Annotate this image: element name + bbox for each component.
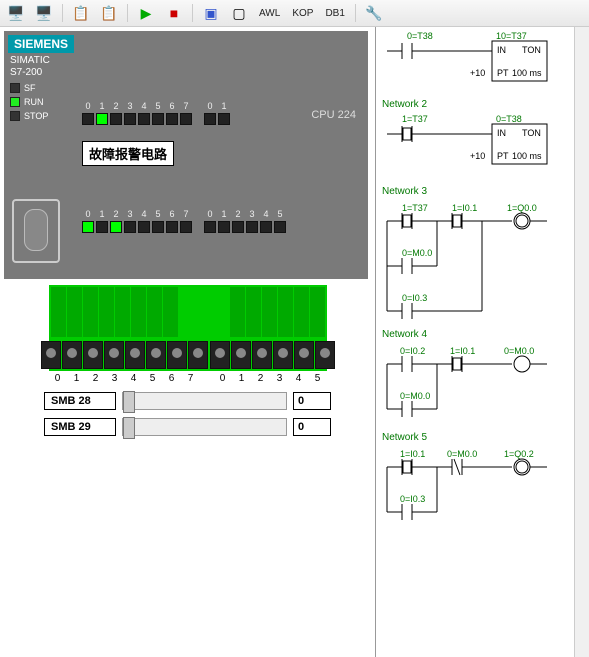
slider-smb29: SMB 29 0 — [4, 418, 371, 436]
network-3-title: Network 3 — [382, 186, 583, 197]
svg-text:0=M0.0: 0=M0.0 — [402, 248, 432, 258]
smb29-value: 0 — [293, 418, 331, 436]
smb28-label: SMB 28 — [44, 392, 116, 410]
network-2-svg: 1=T37 0=T38 IN TON +10 PT 100 ms — [382, 114, 562, 178]
network-1-svg: 0=T38 10=T37 IN TON +10 PT 100 ms — [382, 31, 562, 91]
svg-text:1=Q0.0: 1=Q0.0 — [507, 203, 537, 213]
tool-icon-extra[interactable]: 🔧 — [362, 1, 386, 25]
bot-io-labels-b: 012345 — [204, 209, 286, 219]
stop-icon[interactable]: ■ — [162, 1, 186, 25]
smb28-slider[interactable] — [122, 392, 287, 410]
svg-text:1=Q0.2: 1=Q0.2 — [504, 449, 534, 459]
toolbar: 🖥️ 🖥️ 📋 📋 ▶ ■ ▣ ▢ AWL KOP DB1 🔧 — [0, 0, 589, 27]
terminal-strip: 01234567 012345 — [49, 285, 327, 384]
smb28-value: 0 — [293, 392, 331, 410]
led-stop: STOP — [10, 111, 48, 121]
terminal-labels-b: 012345 — [214, 373, 327, 384]
ladder-pane: 0=T38 10=T37 IN TON +10 PT 100 ms Networ… — [376, 27, 589, 657]
run-icon[interactable]: ▶ — [134, 1, 158, 25]
svg-text:0=I0.2: 0=I0.2 — [400, 346, 425, 356]
svg-text:IN: IN — [497, 45, 506, 55]
led-run: RUN — [10, 97, 44, 107]
svg-text:1=T37: 1=T37 — [402, 114, 428, 124]
network-2-title: Network 2 — [382, 99, 583, 110]
svg-text:10=T37: 10=T37 — [496, 31, 527, 41]
clipboard-in-icon[interactable]: 📋 — [97, 1, 121, 25]
svg-text:PT: PT — [497, 68, 509, 78]
terminal-top-green — [49, 285, 327, 339]
slider-smb28: SMB 28 0 — [4, 392, 371, 410]
svg-text:+10: +10 — [470, 151, 485, 161]
svg-text:TON: TON — [522, 45, 541, 55]
program-title: 故障报警电路 — [82, 141, 174, 166]
bot-io-row-a — [82, 221, 192, 233]
panel-icon-1[interactable]: ▣ — [199, 1, 223, 25]
smb29-slider[interactable] — [122, 418, 287, 436]
terminal-labels-a: 01234567 — [49, 373, 200, 384]
network-4-svg: 0=I0.2 1=I0.1 0=M0.0 0=M0.0 — [382, 344, 562, 424]
network-5-title: Network 5 — [382, 432, 583, 443]
top-io-row-a — [82, 113, 192, 125]
svg-text:PT: PT — [497, 151, 509, 161]
network-4-title: Network 4 — [382, 329, 583, 340]
clipboard-out-icon[interactable]: 📋 — [69, 1, 93, 25]
svg-text:1=I0.1: 1=I0.1 — [450, 346, 475, 356]
svg-text:0=T38: 0=T38 — [496, 114, 522, 124]
tool-icon-2[interactable]: 🖥️ — [32, 1, 56, 25]
plc-model: SIMATIC S7-200 — [10, 55, 50, 79]
bot-io-row-b — [204, 221, 286, 233]
svg-text:IN: IN — [497, 128, 506, 138]
brand-logo: SIEMENS — [8, 35, 74, 53]
panel-icon-2[interactable]: ▢ — [227, 1, 251, 25]
top-io-row-b — [204, 113, 230, 125]
tool-icon-1[interactable]: 🖥️ — [4, 1, 28, 25]
svg-text:0=I0.3: 0=I0.3 — [402, 293, 427, 303]
vertical-scrollbar[interactable] — [574, 27, 589, 657]
awl-button[interactable]: AWL — [255, 8, 284, 19]
top-io-labels-a: 01234567 — [82, 101, 192, 111]
svg-text:0=M0.0: 0=M0.0 — [447, 449, 477, 459]
top-io-labels-b: 01 — [204, 101, 230, 111]
simulator-pane: SIEMENS SIMATIC S7-200 SF RUN STOP CPU 2… — [0, 27, 376, 657]
svg-text:+10: +10 — [470, 68, 485, 78]
svg-text:100 ms: 100 ms — [512, 68, 542, 78]
kop-button[interactable]: KOP — [288, 8, 317, 19]
svg-text:0=M0.0: 0=M0.0 — [504, 346, 534, 356]
svg-text:1=I0.1: 1=I0.1 — [452, 203, 477, 213]
plc-module: SIEMENS SIMATIC S7-200 SF RUN STOP CPU 2… — [4, 31, 368, 279]
svg-text:0=I0.3: 0=I0.3 — [400, 494, 425, 504]
network-5-svg: 1=I0.1 0=M0.0 1=Q0.2 0=I0.3 — [382, 447, 562, 527]
cpu-label: CPU 224 — [311, 109, 356, 121]
led-sf: SF — [10, 83, 36, 93]
svg-text:1=T37: 1=T37 — [402, 203, 428, 213]
serial-port-icon — [12, 199, 60, 263]
terminal-screws[interactable] — [49, 339, 327, 371]
svg-text:0=M0.0: 0=M0.0 — [400, 391, 430, 401]
svg-text:TON: TON — [522, 128, 541, 138]
svg-text:0=T38: 0=T38 — [407, 31, 433, 41]
smb29-label: SMB 29 — [44, 418, 116, 436]
svg-text:1=I0.1: 1=I0.1 — [400, 449, 425, 459]
svg-text:100 ms: 100 ms — [512, 151, 542, 161]
db1-button[interactable]: DB1 — [321, 8, 348, 19]
network-3-svg: 1=T37 1=I0.1 1=Q0.0 0=M0.0 0=I0.3 — [382, 201, 562, 321]
bot-io-labels-a: 01234567 — [82, 209, 192, 219]
